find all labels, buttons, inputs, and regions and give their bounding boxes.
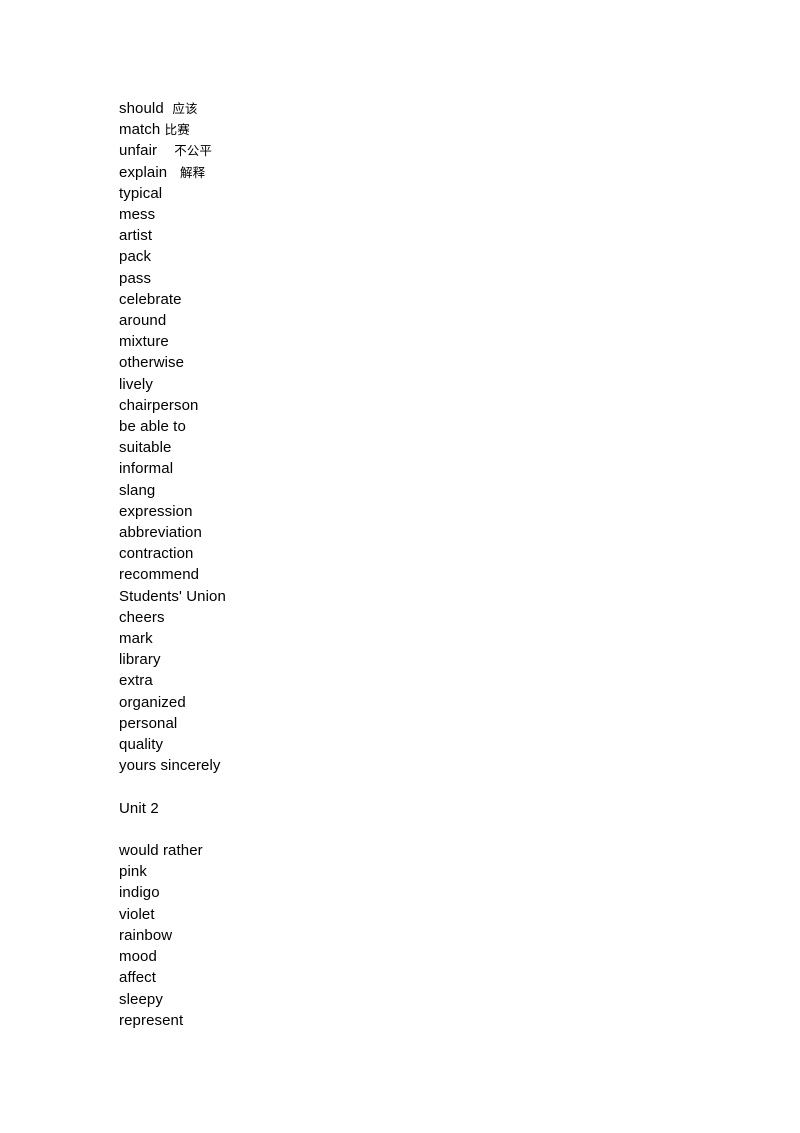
document-page: should 应该 match 比赛 unfair 不公平 explain 解释 typ…: [0, 0, 800, 1133]
vocabulary-entry: explain 解释: [119, 162, 719, 183]
vocabulary-entry: pink: [119, 861, 719, 882]
entry-word: suitable: [119, 439, 172, 457]
entry-word: quality: [119, 736, 164, 754]
entry-translation: 解释: [180, 164, 206, 180]
vocabulary-entry: slang: [119, 480, 719, 501]
vocabulary-entry: represent: [119, 1010, 719, 1031]
entry-word: organized: [119, 693, 186, 711]
vocabulary-entry: extra: [119, 670, 719, 691]
entry-word: pack: [119, 248, 152, 266]
entry-word: personal: [119, 714, 178, 732]
entry-word: indigo: [119, 884, 160, 902]
entry-word: mixture: [119, 333, 169, 351]
vocabulary-entry: organized: [119, 692, 719, 713]
entry-word: recommend: [119, 566, 200, 584]
entry-word: typical: [119, 184, 163, 202]
entry-word: pink: [119, 863, 147, 881]
vocabulary-entry: pack: [119, 246, 719, 267]
vocabulary-entry: cheers: [119, 607, 719, 628]
vocabulary-entry: around: [119, 310, 719, 331]
entry-word: violet: [119, 905, 155, 923]
entry-word: match: [119, 121, 161, 139]
entry-word: extra: [119, 672, 153, 690]
entry-word: informal: [119, 460, 174, 478]
entry-word: chairperson: [119, 396, 199, 414]
vocabulary-entry: lively: [119, 374, 719, 395]
vocabulary-entry: mixture: [119, 331, 719, 352]
vocabulary-entry: otherwise: [119, 352, 719, 373]
vocabulary-entry: yours sincerely: [119, 755, 719, 776]
vocabulary-entry: personal: [119, 713, 719, 734]
vocabulary-entry: Students' Union: [119, 586, 719, 607]
entry-translation: 不公平: [174, 143, 213, 159]
entry-translation: 比赛: [164, 122, 190, 138]
vocabulary-list: should 应该 match 比赛 unfair 不公平 explain 解释 typ…: [119, 98, 719, 1031]
vocabulary-entry: abbreviation: [119, 522, 719, 543]
entry-word: sleepy: [119, 990, 163, 1008]
entry-word: rainbow: [119, 926, 173, 944]
entry-gap: [157, 142, 174, 159]
vocabulary-entry: mess: [119, 204, 719, 225]
entry-word: otherwise: [119, 354, 185, 372]
vocabulary-entry: should 应该: [119, 98, 719, 119]
vocabulary-entry: mark: [119, 628, 719, 649]
entry-gap: [167, 164, 180, 181]
entry-word: unfair: [119, 142, 158, 160]
entry-word: affect: [119, 969, 157, 987]
entry-word: celebrate: [119, 290, 182, 308]
entry-word: mess: [119, 206, 156, 224]
entry-word: explain: [119, 163, 168, 181]
vocabulary-entry: celebrate: [119, 289, 719, 310]
vocabulary-entry: quality: [119, 734, 719, 755]
vocabulary-entry: rainbow: [119, 925, 719, 946]
vocabulary-entry: unfair 不公平: [119, 140, 719, 161]
entry-word: mark: [119, 630, 153, 648]
vocabulary-entry: library: [119, 649, 719, 670]
entry-word: cheers: [119, 608, 165, 626]
vocabulary-entry: affect: [119, 967, 719, 988]
vocabulary-entry: pass: [119, 268, 719, 289]
entry-word: should: [119, 100, 164, 117]
vocabulary-entry: violet: [119, 904, 719, 925]
vocabulary-entry: would rather: [119, 840, 719, 861]
entry-word: pass: [119, 269, 152, 287]
entry-word: be able to: [119, 418, 186, 436]
entry-word: contraction: [119, 545, 194, 563]
vocabulary-entry: be able to: [119, 416, 719, 437]
entry-word: would rather: [119, 842, 203, 860]
vocabulary-entry: match 比赛: [119, 119, 719, 140]
vocabulary-entry: artist: [119, 225, 719, 246]
vocabulary-entry: sleepy: [119, 989, 719, 1010]
vocabulary-entry: typical: [119, 183, 719, 204]
vocabulary-entry: chairperson: [119, 395, 719, 416]
entry-word: abbreviation: [119, 524, 202, 542]
entry-word: library: [119, 651, 161, 669]
entry-word: Students' Union: [119, 587, 226, 605]
entry-word: slang: [119, 481, 156, 499]
entry-word: around: [119, 312, 167, 330]
vocabulary-entry: informal: [119, 458, 719, 479]
entry-word: yours sincerely: [119, 757, 221, 775]
vocabulary-entry: suitable: [119, 437, 719, 458]
section-heading: Unit 2: [119, 798, 719, 819]
entry-word: mood: [119, 948, 157, 966]
vocabulary-entry: recommend: [119, 564, 719, 585]
entry-translation: 应该: [172, 101, 198, 116]
entry-word: represent: [119, 1011, 184, 1029]
entry-word: lively: [119, 375, 153, 393]
entry-word: artist: [119, 227, 153, 245]
vocabulary-entry: contraction: [119, 543, 719, 564]
entry-word: expression: [119, 502, 193, 520]
vocabulary-entry: expression: [119, 501, 719, 522]
vocabulary-entry: indigo: [119, 882, 719, 903]
vocabulary-entry: mood: [119, 946, 719, 967]
section-heading-text: Unit 2: [119, 799, 159, 817]
